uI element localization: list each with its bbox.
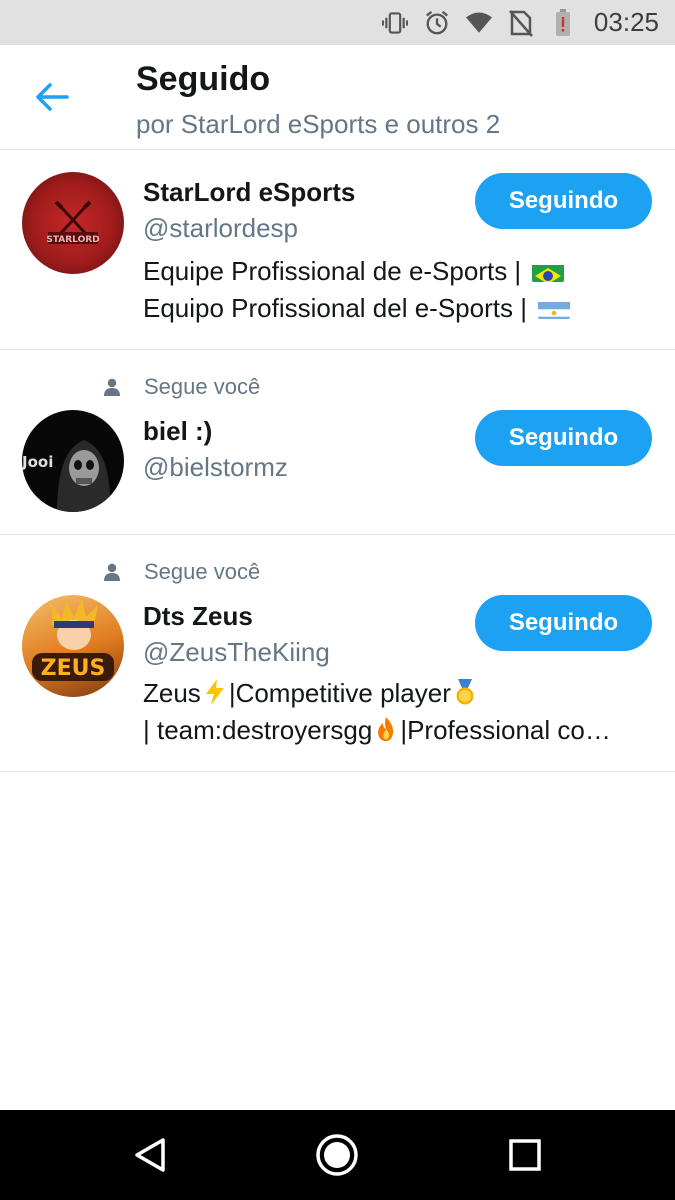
- user-handle: @bielstormz: [143, 452, 288, 482]
- medal-icon: [451, 678, 479, 706]
- user-name[interactable]: biel :): [143, 416, 212, 447]
- user-name[interactable]: StarLord eSports: [143, 177, 355, 208]
- bio-line: Equipe Profissional de e-Sports |: [143, 256, 522, 286]
- following-button[interactable]: Seguindo: [475, 595, 652, 651]
- avatar[interactable]: Jooi: [22, 410, 124, 512]
- starlord-logo: STARLORD: [46, 200, 100, 245]
- page-subtitle: por StarLord eSports e outros 2: [136, 109, 501, 139]
- argentina-flag-icon: [538, 297, 571, 319]
- bio-text: |Professional co…: [400, 715, 611, 745]
- bio-text: Zeus: [143, 678, 201, 708]
- page-title: Seguido: [136, 60, 271, 98]
- user-row[interactable]: Segue você Jooi biel :) @bielstormz Segu…: [0, 350, 675, 535]
- user-row[interactable]: STARLORD StarLord eSports @starlordesp S…: [0, 150, 675, 350]
- user-handle: @starlordesp: [143, 213, 299, 243]
- home-nav-button[interactable]: [312, 1130, 362, 1180]
- status-time: 03:25: [593, 7, 659, 37]
- home-circle-icon: [316, 1134, 358, 1176]
- arrow-left-icon: [36, 83, 69, 111]
- svg-text:STARLORD: STARLORD: [46, 235, 99, 245]
- back-triangle-icon: [135, 1138, 165, 1172]
- status-bar: 03:25: [0, 0, 675, 45]
- social-context: Segue você: [104, 559, 260, 585]
- lightning-icon: [201, 678, 229, 706]
- user-row[interactable]: Segue você ZEUS Dts Zeus @ZeusTheKiing S…: [0, 535, 675, 772]
- zeus-avatar: ZEUS: [32, 599, 114, 681]
- no-sim-icon: [508, 9, 534, 37]
- back-nav-button[interactable]: [125, 1130, 175, 1180]
- avatar[interactable]: ZEUS: [22, 595, 124, 697]
- back-button[interactable]: [30, 75, 74, 119]
- user-handle: @ZeusTheKiing: [143, 637, 330, 667]
- user-bio: Zeus |Competitive player | team:destroyer…: [143, 675, 658, 749]
- bio-text: | team:destroyersgg: [143, 715, 373, 745]
- wifi-icon: [465, 9, 492, 37]
- navigation-bar: [0, 1110, 675, 1200]
- fire-icon: [372, 715, 400, 743]
- person-icon: [104, 563, 120, 581]
- status-icons: 03:25: [366, 0, 659, 45]
- skull-avatar: Jooi: [22, 440, 111, 512]
- following-button[interactable]: Seguindo: [475, 410, 652, 466]
- vibrate-icon: [381, 9, 408, 37]
- avatar[interactable]: STARLORD: [22, 172, 124, 274]
- bio-line: Equipo Profissional del e-Sports |: [143, 293, 527, 323]
- person-icon: [104, 378, 120, 396]
- user-bio: Equipe Profissional de e-Sports | Equipo…: [143, 253, 658, 327]
- svg-text:Jooi: Jooi: [22, 453, 53, 471]
- app-header: Seguido por StarLord eSports e outros 2: [0, 45, 675, 150]
- svg-text:ZEUS: ZEUS: [41, 656, 106, 681]
- social-context: Segue você: [104, 374, 260, 400]
- bio-text: |Competitive player: [228, 678, 451, 708]
- brazil-flag-icon: [532, 260, 565, 282]
- alarm-icon: [424, 9, 450, 37]
- recents-square-icon: [509, 1139, 541, 1171]
- following-button[interactable]: Seguindo: [475, 173, 652, 229]
- battery-low-icon: [550, 8, 576, 37]
- user-name[interactable]: Dts Zeus: [143, 601, 253, 632]
- recents-nav-button[interactable]: [500, 1130, 550, 1180]
